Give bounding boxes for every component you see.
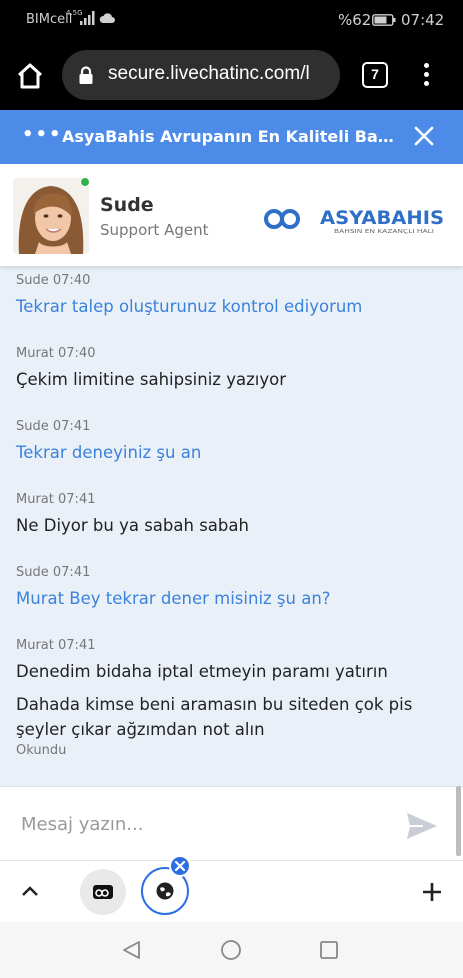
- more-options-icon[interactable]: •••: [22, 124, 63, 145]
- close-icon[interactable]: [413, 125, 435, 147]
- address-bar[interactable]: secure.livechatinc.com/l: [62, 50, 340, 100]
- tabs-icon[interactable]: 7: [362, 62, 388, 88]
- agent-name: Sude: [100, 194, 154, 216]
- tab-thumbnail-livechat[interactable]: [141, 855, 191, 915]
- message-meta: Murat 07:40: [16, 346, 96, 361]
- message-composer: Mesaj yazın...: [0, 786, 463, 860]
- battery-icon: [372, 14, 396, 26]
- online-status-indicator: [80, 177, 90, 187]
- message-item: Murat 07:41 Denedim bidaha iptal etmeyin…: [16, 638, 446, 758]
- agent-card: Sude Support Agent ASYABAHIS BAHSIN EN K…: [0, 164, 463, 266]
- status-clock: 07:42: [401, 11, 445, 29]
- url-text: secure.livechatinc.com/l: [108, 63, 310, 84]
- read-receipt: Okundu: [16, 743, 67, 758]
- scrollbar[interactable]: [456, 786, 461, 856]
- menu-icon[interactable]: [416, 60, 436, 90]
- lock-icon: [79, 66, 93, 84]
- message-text: Denedim bidaha iptal etmeyin paramı yatı…: [16, 662, 388, 681]
- message-item: Murat 07:40 Çekim limitine sahipsiniz ya…: [16, 346, 446, 392]
- home-icon[interactable]: [14, 60, 46, 92]
- message-text: Murat Bey tekrar dener misiniz şu an?: [16, 589, 331, 608]
- svg-text:ASYABAHIS: ASYABAHIS: [320, 207, 444, 229]
- asyabahis-logo: ASYABAHIS BAHSIN EN KAZANÇLI HALI: [264, 207, 444, 235]
- recent-apps-icon[interactable]: [319, 940, 339, 960]
- status-bar: BIMcell 4.5G %62 07:42: [0, 0, 463, 40]
- home-nav-icon[interactable]: [220, 939, 242, 961]
- avatar: [13, 178, 89, 254]
- signal-icon: [80, 11, 95, 25]
- message-meta: Murat 07:41: [16, 492, 96, 507]
- agent-role: Support Agent: [100, 221, 209, 239]
- message-text: Ne Diyor bu ya sabah sabah: [16, 516, 249, 535]
- new-tab-icon[interactable]: [420, 880, 444, 904]
- message-text: Tekrar talep oluşturunuz kontrol ediyoru…: [16, 297, 363, 316]
- message-item: Sude 07:41 Tekrar deneyiniz şu an: [16, 419, 446, 465]
- message-text: Dahada kimse beni aramasın bu siteden ço…: [16, 695, 413, 739]
- back-icon[interactable]: [120, 939, 142, 961]
- browser-toolbar: secure.livechatinc.com/l 7: [0, 40, 463, 110]
- svg-text:BAHSIN EN KAZANÇLI HALI: BAHSIN EN KAZANÇLI HALI: [334, 229, 434, 235]
- browser-bottom-bar: [0, 855, 463, 922]
- tab-thumbnail-asyabahis[interactable]: [80, 869, 126, 915]
- message-list[interactable]: Sude 07:40 Tekrar talep oluşturunuz kont…: [0, 266, 463, 786]
- asyabahis-favicon-icon: [93, 885, 113, 899]
- chevron-up-icon[interactable]: [18, 881, 42, 901]
- message-meta: Sude 07:41: [16, 419, 91, 434]
- globe-icon: [156, 882, 174, 900]
- message-text: Çekim limitine sahipsiniz yazıyor: [16, 370, 286, 389]
- message-meta: Murat 07:41: [16, 638, 96, 653]
- send-icon[interactable]: [405, 811, 439, 841]
- message-text: Tekrar deneyiniz şu an: [16, 443, 202, 462]
- message-item: Sude 07:41 Murat Bey tekrar dener misini…: [16, 565, 446, 611]
- message-item: Sude 07:40 Tekrar talep oluşturunuz kont…: [16, 273, 446, 319]
- chat-header: ••• AsyaBahis Avrupanın En Kaliteli Ba..…: [0, 110, 463, 164]
- message-input[interactable]: Mesaj yazın...: [21, 814, 381, 835]
- close-tab-icon[interactable]: [169, 855, 191, 877]
- battery-percent: %62: [338, 11, 372, 29]
- message-meta: Sude 07:40: [16, 273, 91, 288]
- chat-title: AsyaBahis Avrupanın En Kaliteli Ba...: [62, 127, 394, 146]
- message-meta: Sude 07:41: [16, 565, 91, 580]
- message-item: Murat 07:41 Ne Diyor bu ya sabah sabah: [16, 492, 446, 538]
- cloud-icon: [99, 13, 115, 23]
- system-nav-bar: [0, 922, 463, 978]
